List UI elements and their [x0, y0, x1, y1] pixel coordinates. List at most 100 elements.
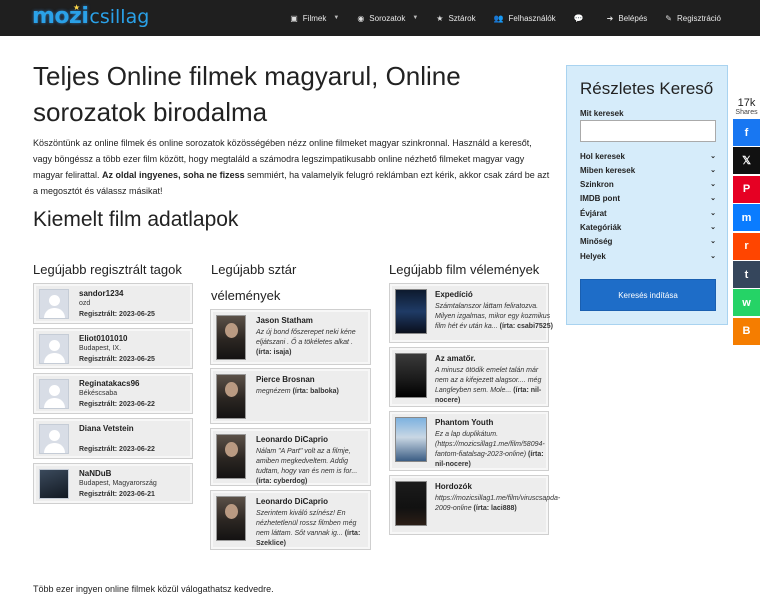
film-poster[interactable] — [395, 353, 427, 398]
user-location: Budapest, Magyarország — [79, 480, 157, 487]
filter-label: Helyek — [580, 252, 606, 261]
filter-hol-keresek[interactable]: Hol keresek ⌄ — [580, 152, 716, 161]
star-name[interactable]: Pierce Brosnan — [256, 375, 315, 384]
film-review-text: https://mozicsillag1.me/film/viruscsapda… — [435, 494, 560, 514]
search-input[interactable] — [580, 120, 716, 142]
film-poster[interactable] — [395, 417, 427, 462]
nav-felhasznalok[interactable]: 👥 Felhasználók — [485, 0, 565, 36]
reddit-icon[interactable]: r — [733, 232, 760, 260]
pinterest-icon[interactable]: P — [733, 175, 760, 203]
filter-helyek[interactable]: Helyek ⌄ — [580, 252, 716, 261]
site-logo[interactable]: mozi csillag ★ — [32, 3, 149, 32]
star-review-card[interactable]: Pierce Brosnan megnézem (írta: balboka) — [210, 368, 371, 424]
filter-kategoriak[interactable]: Kategóriák ⌄ — [580, 223, 716, 232]
star-name[interactable]: Leonardo DiCaprio — [256, 497, 328, 506]
filter-label: Évjárat — [580, 209, 607, 218]
chevron-down-icon: ⌄ — [710, 181, 716, 188]
film-name[interactable]: Hordozók — [435, 482, 472, 491]
star-review-card[interactable]: Leonardo DiCaprio Nálam "A Part" volt az… — [210, 428, 371, 486]
user-card[interactable]: Diana Vetstein Regisztrált: 2023-06-22 — [33, 418, 193, 459]
chevron-down-icon: ▼ — [412, 15, 419, 21]
star-review-text: Szerintem kiváló színész! En nézhetetlen… — [256, 509, 368, 549]
star-review-card[interactable]: Leonardo DiCaprio Szerintem kiváló színé… — [210, 490, 371, 550]
review-author: (írta: balboka) — [292, 388, 339, 395]
avatar — [39, 379, 69, 409]
user-card[interactable]: sandor1234 ozd Regisztrált: 2023-06-25 — [33, 283, 193, 324]
filter-label: Hol keresek — [580, 152, 625, 161]
filter-szinkron[interactable]: Szinkron ⌄ — [580, 180, 716, 189]
nav-sztarok[interactable]: ★ Sztárok — [427, 0, 484, 36]
nav-belepes[interactable]: ➜ Belépés — [598, 0, 657, 36]
film-review-card[interactable]: Az amatőr. A minusz ötödik emelet talán … — [389, 347, 549, 407]
film-review-card[interactable]: Hordozók https://mozicsillag1.me/film/vi… — [389, 475, 560, 535]
film-review-text: Ez a lap duplikátum. (https://mozicsilla… — [435, 430, 553, 470]
user-name[interactable]: NaNDuB — [79, 469, 111, 478]
film-review-text: Számtalanszor láttam feliratozva. Milyen… — [435, 302, 553, 332]
film-poster[interactable] — [395, 289, 427, 334]
film-icon: ▣ — [290, 13, 298, 23]
review-author: (írta: csabi7525) — [499, 323, 553, 330]
user-location: Békéscsaba — [79, 390, 118, 397]
film-name[interactable]: Az amatőr. — [435, 354, 475, 363]
nav-regisztracio-label: Regisztráció — [676, 13, 721, 23]
nav-filmek[interactable]: ▣ Filmek ▼ — [281, 0, 348, 36]
user-name[interactable]: Reginatakacs96 — [79, 379, 139, 388]
messenger-icon[interactable]: m — [733, 204, 760, 232]
review-text: Nálam "A Part" volt az a filmje, amiben … — [256, 448, 358, 475]
nav-sorozatok[interactable]: ◉ Sorozatok ▼ — [348, 0, 427, 36]
whatsapp-icon[interactable]: w — [733, 289, 760, 317]
review-text: megnézem — [256, 388, 291, 395]
star-review-text: megnézem (írta: balboka) — [256, 387, 368, 397]
avatar — [39, 424, 69, 454]
search-button[interactable]: Keresés indítása — [580, 279, 716, 311]
star-photo — [216, 315, 246, 360]
user-name[interactable]: Eliot0101010 — [79, 334, 127, 343]
review-text: Az új bond főszerepet neki kéne eljátsza… — [256, 329, 356, 346]
star-icon: ★ — [436, 13, 444, 23]
user-name[interactable]: sandor1234 — [79, 289, 123, 298]
filter-label: IMDB pont — [580, 194, 620, 203]
search-title: Részletes Kereső — [580, 79, 714, 98]
chevron-down-icon: ⌄ — [710, 210, 716, 217]
star-photo — [216, 374, 246, 419]
chevron-down-icon: ⌄ — [710, 224, 716, 231]
blogger-icon[interactable]: B — [733, 317, 760, 345]
avatar — [39, 334, 69, 364]
login-icon: ➜ — [606, 13, 614, 23]
film-name[interactable]: Expedíció — [435, 290, 473, 299]
footer-text: Több ezer ingyen online filmek közül vál… — [33, 584, 274, 594]
film-review-card[interactable]: Expedíció Számtalanszor láttam feliratoz… — [389, 283, 553, 343]
facebook-icon[interactable]: f — [733, 119, 760, 146]
comment-icon: 💬 — [573, 13, 584, 23]
filter-minoseg[interactable]: Minőség ⌄ — [580, 237, 716, 246]
top-navbar: mozi csillag ★ ▣ Filmek ▼ ◉ Sorozatok ▼ … — [0, 0, 760, 36]
nav-belepes-label: Belépés — [618, 13, 648, 23]
chevron-down-icon: ⌄ — [710, 167, 716, 174]
chevron-down-icon: ⌄ — [710, 195, 716, 202]
nav-felhasznalok-label: Felhasználók — [508, 13, 556, 23]
user-name[interactable]: Diana Vetstein — [79, 424, 134, 433]
star-review-card[interactable]: Jason Statham Az új bond főszerepet neki… — [210, 309, 371, 365]
film-name[interactable]: Phantom Youth — [435, 418, 493, 427]
filter-evjarat[interactable]: Évjárat ⌄ — [580, 209, 716, 218]
review-text: Szerintem kiváló színész! En nézhetetlen… — [256, 510, 357, 537]
x-twitter-icon[interactable]: 𝕏 — [733, 147, 760, 175]
star-name[interactable]: Jason Statham — [256, 316, 313, 325]
tumblr-icon[interactable]: t — [733, 261, 760, 288]
film-poster[interactable] — [395, 481, 427, 526]
user-card[interactable]: Reginatakacs96 Békéscsaba Regisztrált: 2… — [33, 373, 193, 414]
chevron-down-icon: ⌄ — [710, 238, 716, 245]
search-label: Mit keresek — [580, 109, 624, 118]
share-count: 17k — [737, 97, 756, 109]
filter-miben-keresek[interactable]: Miben keresek ⌄ — [580, 166, 716, 175]
review-author: (írta: isaja) — [256, 349, 292, 356]
star-name[interactable]: Leonardo DiCaprio — [256, 435, 328, 444]
series-icon: ◉ — [357, 13, 365, 23]
filter-imdb-pont[interactable]: IMDB pont ⌄ — [580, 194, 716, 203]
user-card[interactable]: Eliot0101010 Budapest, IX. Regisztrált: … — [33, 328, 193, 369]
nav-regisztracio[interactable]: ✎ Regisztráció — [656, 0, 730, 36]
film-review-card[interactable]: Phantom Youth Ez a lap duplikátum. (http… — [389, 411, 549, 471]
nav-sorozatok-label: Sorozatok — [369, 13, 406, 23]
nav-chat[interactable]: 💬 — [565, 0, 598, 36]
user-card[interactable]: NaNDuB Budapest, Magyarország Regisztrál… — [33, 463, 193, 504]
